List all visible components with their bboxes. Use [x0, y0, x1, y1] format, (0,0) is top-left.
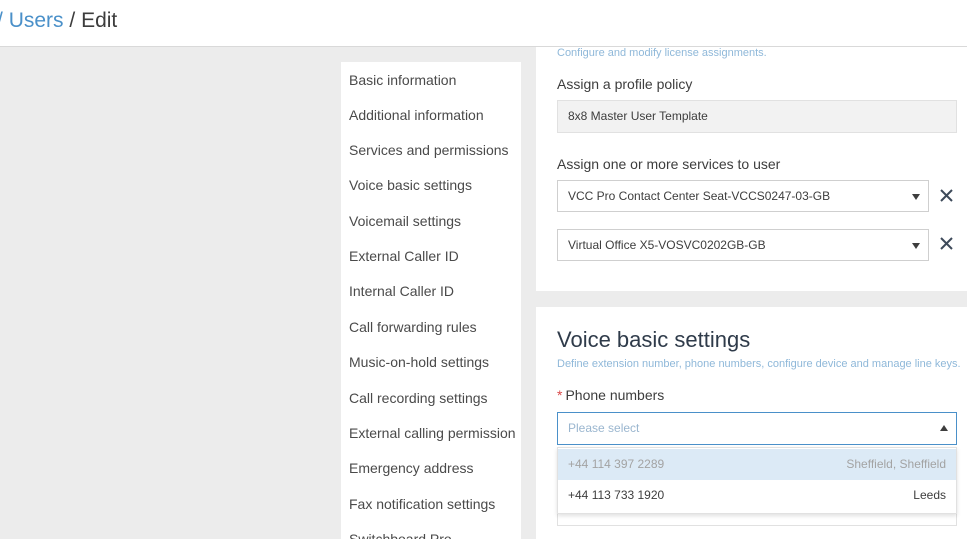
services-card: Configure and modify license assignments… [536, 47, 967, 291]
phone-option-number: +44 113 733 1920 [568, 488, 665, 502]
nav-item-external-calling-permission[interactable]: External calling permission [349, 424, 516, 442]
hidden-field-edge [557, 512, 957, 526]
nav-item-external-caller-id[interactable]: External Caller ID [349, 247, 459, 265]
caret-up-icon [940, 425, 948, 431]
phone-option[interactable]: +44 113 733 1920 Leeds [558, 480, 956, 511]
voice-settings-card: Voice basic settings Define extension nu… [536, 307, 967, 539]
phone-option-number: +44 114 397 2289 [568, 457, 665, 471]
nav-item-voice-basic-settings[interactable]: Voice basic settings [349, 176, 472, 194]
nav-item-switchboard-pro[interactable]: Switchboard Pro [349, 530, 452, 539]
nav-item-fax-notification-settings[interactable]: Fax notification settings [349, 495, 495, 513]
service-select-2[interactable]: Virtual Office X5-VOSVC0202GB-GB [557, 229, 929, 261]
caret-down-icon [912, 194, 920, 200]
caret-down-icon [912, 243, 920, 249]
voice-settings-title: Voice basic settings [557, 327, 751, 352]
nav-item-internal-caller-id[interactable]: Internal Caller ID [349, 282, 454, 300]
breadcrumb-separator: / [69, 9, 76, 32]
voice-settings-description: Define extension number, phone numbers, … [557, 358, 961, 370]
nav-item-call-forwarding-rules[interactable]: Call forwarding rules [349, 318, 477, 336]
nav-item-additional-information[interactable]: Additional information [349, 106, 484, 124]
services-description: Configure and modify license assignments… [557, 47, 767, 59]
nav-item-services-and-permissions[interactable]: Services and permissions [349, 141, 509, 159]
phone-option[interactable]: +44 114 397 2289 Sheffield, Sheffield [558, 449, 956, 480]
nav-item-music-on-hold-settings[interactable]: Music-on-hold settings [349, 353, 489, 371]
phone-option-city: Leeds [913, 488, 946, 502]
phone-numbers-label: * Phone numbers [557, 387, 664, 403]
phone-numbers-dropdown: +44 114 397 2289 Sheffield, Sheffield +4… [557, 447, 957, 514]
nav-item-call-recording-settings[interactable]: Call recording settings [349, 389, 488, 407]
service-select-value: VCC Pro Contact Center Seat-VCCS0247-03-… [568, 189, 831, 203]
profile-policy-label: Assign a profile policy [557, 76, 693, 92]
required-mark: * [557, 387, 563, 403]
profile-policy-field: 8x8 Master User Template [557, 100, 957, 133]
services-label: Assign one or more services to user [557, 156, 781, 172]
breadcrumb-separator: / [0, 9, 3, 32]
section-nav: Basic information Additional information… [341, 62, 521, 539]
breadcrumb-users-link[interactable]: Users [9, 9, 64, 32]
breadcrumb-current: Edit [81, 9, 118, 32]
phone-numbers-label-text: Phone numbers [565, 387, 665, 403]
breadcrumb: / Users / Edit [0, 8, 117, 34]
close-icon[interactable] [938, 187, 955, 204]
nav-item-basic-information[interactable]: Basic information [349, 71, 456, 89]
page-header: / Users / Edit [0, 0, 967, 47]
service-select-1[interactable]: VCC Pro Contact Center Seat-VCCS0247-03-… [557, 180, 929, 212]
nav-item-voicemail-settings[interactable]: Voicemail settings [349, 212, 461, 230]
close-icon[interactable] [938, 235, 955, 252]
phone-numbers-select[interactable]: Please select [557, 412, 957, 445]
nav-item-emergency-address[interactable]: Emergency address [349, 459, 474, 477]
service-select-value: Virtual Office X5-VOSVC0202GB-GB [568, 238, 766, 252]
phone-option-city: Sheffield, Sheffield [846, 457, 946, 471]
phone-numbers-placeholder: Please select [568, 421, 640, 435]
